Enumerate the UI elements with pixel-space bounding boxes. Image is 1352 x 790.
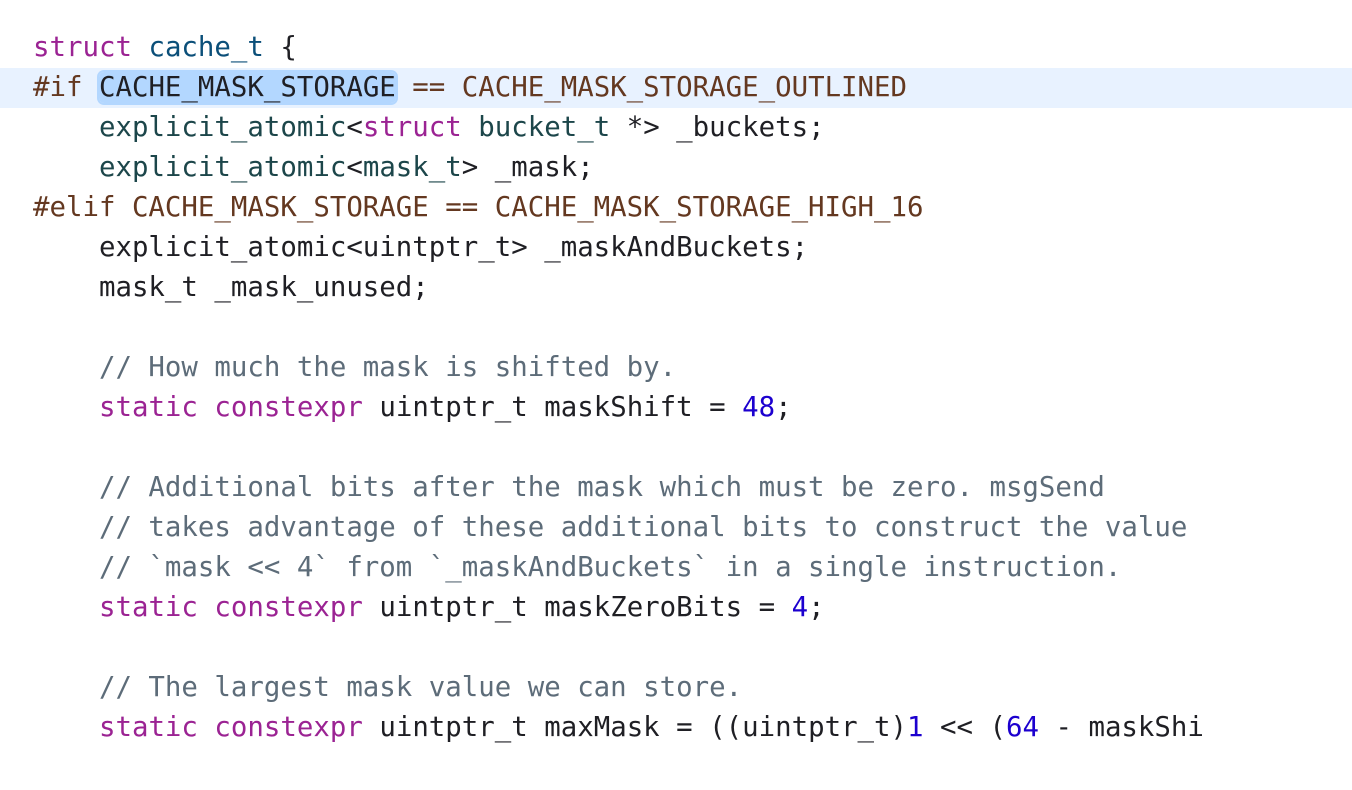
code-token: explicit_atomic [98, 112, 347, 143]
code-token: cache_t [148, 32, 264, 63]
line-code: static constexpr uintptr_t maskShift = 4… [33, 388, 792, 428]
code-token: 4 [791, 592, 809, 623]
code-token: mask_t _mask_unused; [33, 272, 429, 303]
selected-token: CACHE_MASK_STORAGE [98, 72, 396, 103]
code-token: > _mask; [461, 152, 594, 183]
code-line[interactable]: // How much the mask is shifted by. [0, 348, 1352, 388]
code-line[interactable] [0, 428, 1352, 468]
code-token: #if [33, 72, 99, 103]
code-line[interactable]: static constexpr uintptr_t maskZeroBits … [0, 588, 1352, 628]
code-token: static [98, 712, 198, 743]
code-token: static [98, 592, 198, 623]
line-code: static constexpr uintptr_t maxMask = ((u… [33, 708, 1204, 748]
code-token: mask_t [362, 152, 462, 183]
code-token: 48 [742, 392, 776, 423]
code-token: == CACHE_MASK_STORAGE_OUTLINED [395, 72, 908, 103]
code-line[interactable] [0, 308, 1352, 348]
line-code: #elif CACHE_MASK_STORAGE == CACHE_MASK_S… [33, 188, 924, 228]
code-line[interactable]: explicit_atomic<uintptr_t> _maskAndBucke… [0, 228, 1352, 268]
line-code: // `mask << 4` from `_maskAndBuckets` in… [33, 548, 1121, 588]
code-token: ; [808, 592, 825, 623]
code-token: uintptr_t maskShift = [362, 392, 743, 423]
line-code: explicit_atomic<struct bucket_t *> _buck… [33, 108, 825, 148]
code-token: uintptr_t maxMask = ((uintptr_t) [362, 712, 908, 743]
line-code: #if CACHE_MASK_STORAGE == CACHE_MASK_STO… [33, 68, 907, 108]
code-token: { [263, 32, 297, 63]
code-token: constexpr [214, 712, 363, 743]
code-line[interactable]: explicit_atomic<mask_t> _mask; [0, 148, 1352, 188]
code-line[interactable]: // The largest mask value we can store. [0, 668, 1352, 708]
code-token: - maskShi [1038, 712, 1204, 743]
line-code: // Additional bits after the mask which … [33, 468, 1105, 508]
code-line[interactable]: // Additional bits after the mask which … [0, 468, 1352, 508]
code-token: explicit_atomic<uintptr_t> _maskAndBucke… [33, 232, 809, 263]
code-token: explicit_atomic [98, 152, 347, 183]
code-token: 64 [1006, 712, 1039, 743]
code-token: constexpr [214, 392, 363, 423]
line-code: // takes advantage of these additional b… [33, 508, 1187, 548]
code-token: // The largest mask value we can store. [33, 672, 743, 703]
code-line[interactable]: static constexpr uintptr_t maskShift = 4… [0, 388, 1352, 428]
code-token: struct [362, 112, 462, 143]
code-token: 1 [907, 712, 924, 743]
current-line[interactable]: #if CACHE_MASK_STORAGE == CACHE_MASK_STO… [0, 68, 1352, 108]
line-code: // The largest mask value we can store. [33, 668, 742, 708]
code-token: // takes advantage of these additional b… [33, 512, 1188, 543]
code-token: // How much the mask is shifted by. [33, 352, 677, 383]
line-code: mask_t _mask_unused; [33, 268, 429, 308]
code-token: ; [775, 392, 792, 423]
code-line[interactable] [0, 628, 1352, 668]
code-token: // `mask << 4` from `_maskAndBuckets` in… [33, 552, 1122, 583]
code-token: static [98, 392, 198, 423]
code-editor[interactable]: struct cache_t {#if CACHE_MASK_STORAGE =… [0, 0, 1352, 790]
code-line[interactable]: // takes advantage of these additional b… [0, 508, 1352, 548]
code-token: << ( [923, 712, 1006, 743]
code-token: struct [33, 32, 132, 63]
code-token: < [346, 112, 363, 143]
code-token: #elif CACHE_MASK_STORAGE == CACHE_MASK_S… [33, 192, 924, 223]
line-code: // How much the mask is shifted by. [33, 348, 676, 388]
code-token: < [346, 152, 363, 183]
code-line[interactable]: static constexpr uintptr_t maxMask = ((u… [0, 708, 1352, 748]
code-line[interactable]: #elif CACHE_MASK_STORAGE == CACHE_MASK_S… [0, 188, 1352, 228]
line-code: static constexpr uintptr_t maskZeroBits … [33, 588, 825, 628]
code-line[interactable]: mask_t _mask_unused; [0, 268, 1352, 308]
line-code: explicit_atomic<mask_t> _mask; [33, 148, 594, 188]
line-code: explicit_atomic<uintptr_t> _maskAndBucke… [33, 228, 808, 268]
code-line[interactable]: explicit_atomic<struct bucket_t *> _buck… [0, 108, 1352, 148]
code-line[interactable]: // `mask << 4` from `_maskAndBuckets` in… [0, 548, 1352, 588]
code-token: *> _buckets; [610, 112, 825, 143]
code-token: uintptr_t maskZeroBits = [362, 592, 792, 623]
code-line[interactable]: struct cache_t { [0, 28, 1352, 68]
code-token: // Additional bits after the mask which … [33, 472, 1105, 503]
code-token: constexpr [214, 592, 363, 623]
code-token: bucket_t [478, 112, 611, 143]
line-code: struct cache_t { [33, 28, 297, 68]
